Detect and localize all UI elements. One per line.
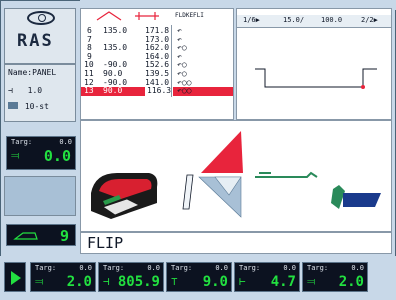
thickness-icon: ⊣: [8, 86, 13, 95]
targ-value: 0.0: [43, 147, 71, 165]
tab-page[interactable]: 2/2▶: [361, 16, 378, 24]
logo-panel: RAS: [4, 8, 76, 64]
angle-icon: [96, 11, 122, 21]
bend-sequence-table[interactable]: FLDKEFLI 6 135.0 171.8 ↶ 7 173.0 ↶ 8 135.0 162.…: [80, 8, 234, 120]
targ-target: 0.0: [59, 138, 72, 146]
axis-icon: ⫤: [35, 275, 44, 288]
axis-value: 9.0: [202, 274, 228, 290]
tab-step[interactable]: 1/6▶: [243, 16, 260, 24]
tab-speed[interactable]: 15.0/: [283, 16, 304, 24]
targ-label: Targ:: [11, 138, 33, 146]
tool-display[interactable]: 9: [6, 224, 76, 246]
sequence-header: FLDKEFLI: [81, 9, 233, 23]
machine-view[interactable]: [80, 120, 392, 232]
logo-text: RAS: [17, 31, 54, 51]
part-name[interactable]: Name:PANEL: [8, 67, 56, 79]
axis-display-2[interactable]: Targ: 0.0 ⊣ 805.9: [98, 262, 164, 292]
axis-value: 4.7: [270, 274, 296, 290]
thickness-value: 1.0: [27, 86, 43, 95]
part-info-panel: Name:PANEL ⊣ 1.0 10-st: [4, 64, 76, 122]
tab-length[interactable]: 100.0: [321, 16, 342, 24]
axis-icon: ⊤: [171, 275, 178, 288]
material-icon: [8, 102, 18, 109]
sequence-row-selected[interactable]: 13 90.0 116.3 ↶○○: [81, 87, 233, 96]
axis-icon: ⫤: [307, 275, 316, 288]
thickness-row[interactable]: ⊣ 1.0: [8, 85, 42, 97]
material-row[interactable]: 10-st: [8, 101, 49, 113]
tool-icon: [13, 232, 38, 240]
bend-icon: ⫤: [11, 149, 20, 162]
profile-header: 1/6▶ 15.0/ 100.0 2/2▶: [237, 15, 391, 28]
axis-icon: ⊣: [103, 275, 110, 288]
logo-emblem: [27, 11, 55, 25]
left-spacer-panel: [4, 176, 76, 216]
sequence-header-label: FLDKEFLI: [175, 12, 204, 19]
axis-icon: ⊢: [239, 275, 246, 288]
machine-icon: [91, 173, 158, 219]
axis-display-5[interactable]: Targ: 0.0 ⫤ 2.0: [302, 262, 368, 292]
machine-graphic: [91, 131, 381, 219]
status-text: FLIP: [80, 232, 392, 254]
axis-value: 2.0: [66, 274, 92, 290]
targ-display-left[interactable]: Targ: 0.0 ⫤ 0.0: [6, 136, 76, 170]
axis-value: 805.9: [117, 274, 160, 290]
profile-drawing: [255, 68, 377, 89]
axis-display-4[interactable]: Targ: 0.0 ⊢ 4.7: [234, 262, 300, 292]
length-icon: [135, 12, 159, 20]
axis-display-3[interactable]: Targ: 0.0 ⊤ 9.0: [166, 262, 232, 292]
material-label: 10-st: [24, 102, 49, 111]
axis-display-1[interactable]: Targ: 0.0 ⫤ 2.0: [30, 262, 96, 292]
profile-view[interactable]: 1/6▶ 15.0/ 100.0 2/2▶: [236, 8, 392, 120]
sequence-divider: [171, 25, 172, 97]
play-button[interactable]: [4, 262, 26, 292]
axis-value: 2.0: [338, 274, 364, 290]
tool-number: 9: [59, 227, 69, 245]
